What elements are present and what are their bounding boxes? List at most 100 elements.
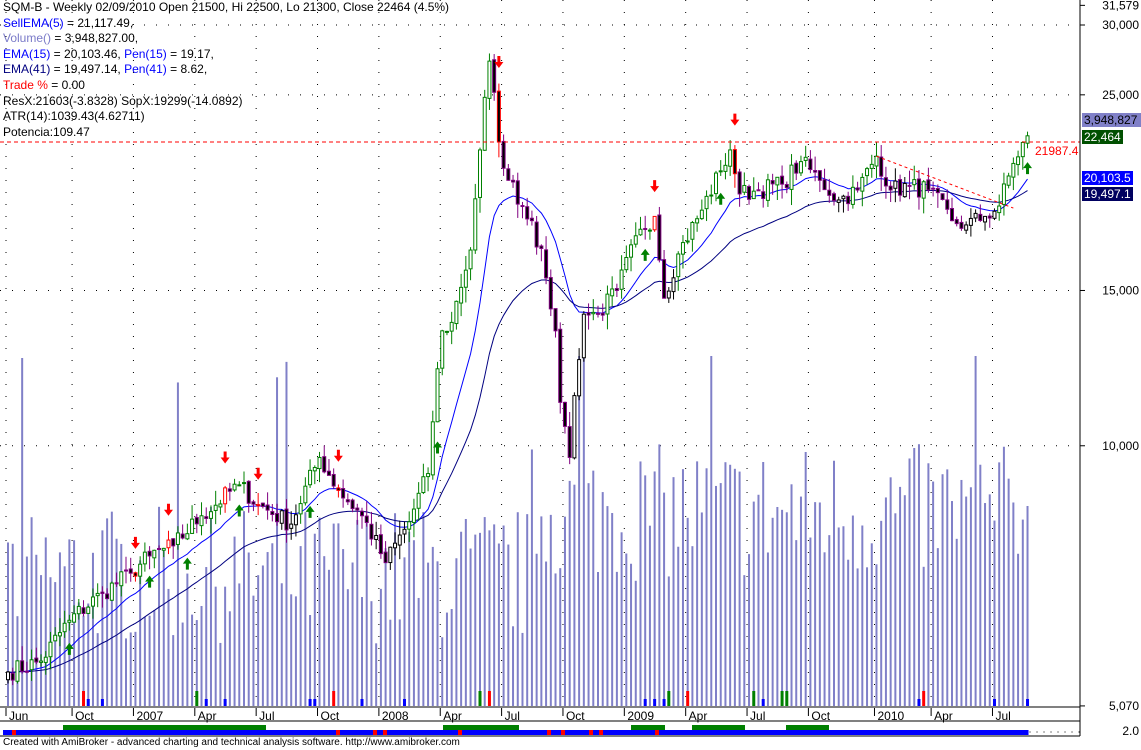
volume-bar bbox=[913, 448, 916, 706]
volume-bar bbox=[634, 580, 637, 706]
volume-bar bbox=[922, 566, 925, 706]
volume-bar bbox=[412, 540, 415, 706]
volume-value: = 3,948,827.00, bbox=[51, 31, 139, 46]
candle-body bbox=[232, 483, 237, 491]
candle-body bbox=[312, 466, 317, 472]
volume-bar bbox=[214, 586, 217, 706]
candle-body bbox=[298, 503, 303, 515]
candle-body bbox=[841, 195, 846, 200]
signal-bar bbox=[761, 699, 765, 706]
candle-body bbox=[449, 321, 454, 332]
volume-bar bbox=[559, 568, 562, 706]
candle-body bbox=[152, 549, 157, 559]
volume-bar bbox=[554, 573, 557, 706]
candle-body bbox=[747, 186, 752, 200]
volume-bar bbox=[233, 536, 236, 706]
volume-bar bbox=[951, 501, 953, 706]
volume-bar bbox=[342, 549, 345, 706]
volume-bar bbox=[771, 517, 774, 706]
volume-bar bbox=[309, 615, 312, 706]
volume-bar bbox=[488, 530, 491, 706]
candle-body bbox=[983, 215, 988, 223]
candle-body bbox=[685, 240, 690, 243]
candle-body bbox=[133, 572, 138, 577]
buy-arrow-icon bbox=[640, 248, 650, 261]
candle-body bbox=[596, 312, 600, 315]
volume-bar bbox=[96, 633, 99, 706]
volume-bar bbox=[785, 512, 788, 706]
candle-body bbox=[1025, 135, 1030, 144]
candle-body bbox=[119, 571, 124, 587]
volume-bar bbox=[837, 527, 840, 706]
signal-bar bbox=[82, 691, 86, 706]
potencia-text: Potencia:109.47 bbox=[3, 124, 90, 139]
candle-body bbox=[72, 613, 77, 623]
candle-body bbox=[402, 528, 407, 535]
candle-body bbox=[657, 214, 662, 261]
ema15-tag: 20,103.5 bbox=[1082, 171, 1133, 185]
candle-body bbox=[345, 499, 350, 503]
volume-bar bbox=[224, 586, 227, 706]
volume-bar bbox=[460, 531, 463, 706]
candle-body bbox=[850, 186, 855, 205]
volume-bar bbox=[191, 614, 194, 706]
volume-bar bbox=[549, 514, 552, 706]
signal-bar bbox=[785, 691, 789, 706]
candle-body bbox=[647, 229, 652, 232]
volume-bar bbox=[280, 583, 283, 706]
candle-body bbox=[879, 156, 884, 177]
volume-bar bbox=[361, 597, 363, 706]
volume-bar bbox=[247, 552, 250, 706]
candle-body bbox=[157, 547, 162, 550]
candle-body bbox=[43, 656, 48, 663]
sell-arrow-icon bbox=[730, 113, 740, 126]
candle-body bbox=[109, 582, 114, 601]
candle-body bbox=[591, 311, 596, 315]
candle-body bbox=[567, 426, 572, 458]
volume-bar bbox=[261, 565, 264, 706]
candle-body bbox=[473, 198, 478, 251]
volume-bar bbox=[795, 540, 798, 706]
candle-body bbox=[48, 641, 53, 658]
candle-body bbox=[289, 523, 294, 529]
signal-bar bbox=[332, 691, 336, 706]
candle-body bbox=[421, 476, 426, 494]
volume-bar bbox=[847, 559, 850, 706]
candle-body bbox=[308, 469, 313, 486]
signal-strip-mark bbox=[561, 730, 565, 735]
candle-body bbox=[666, 290, 671, 299]
volume-bar bbox=[884, 497, 887, 706]
candle-body bbox=[992, 210, 997, 219]
volume-bar bbox=[743, 575, 746, 706]
candle-body bbox=[728, 149, 733, 167]
footer-credit: Created with AmiBroker - advanced charti… bbox=[3, 737, 460, 748]
volume-bar bbox=[441, 637, 444, 706]
candle-body bbox=[619, 269, 624, 290]
candle-body bbox=[798, 161, 803, 174]
candle-body bbox=[525, 206, 530, 220]
candle-body bbox=[227, 488, 232, 492]
strip-tick-label: 2.0 bbox=[1122, 724, 1139, 738]
candle-body bbox=[643, 227, 648, 230]
volume-bar bbox=[677, 546, 680, 706]
candle-body bbox=[714, 172, 718, 195]
volume-bar bbox=[969, 487, 972, 706]
ema41-value: = 19,497.14, bbox=[50, 62, 125, 77]
volume-bar bbox=[984, 503, 987, 706]
candle-body bbox=[142, 551, 147, 565]
volume-bar bbox=[686, 517, 689, 706]
sell-ema-value: = 21,117.49, bbox=[63, 15, 134, 30]
signal-strip-mark bbox=[12, 730, 16, 735]
candle-body bbox=[562, 401, 567, 427]
candle-body bbox=[20, 660, 25, 672]
candle-body bbox=[364, 515, 369, 524]
candle-body bbox=[1011, 162, 1016, 178]
volume-bar bbox=[861, 525, 864, 706]
candle-body bbox=[180, 533, 185, 539]
signal-bar bbox=[686, 691, 690, 706]
close-price-tag: 22,464 bbox=[1082, 130, 1123, 144]
volume-bar bbox=[880, 520, 883, 706]
trend-strip-segment bbox=[631, 725, 665, 730]
candle-body bbox=[15, 660, 20, 682]
volume-bar bbox=[752, 501, 755, 706]
